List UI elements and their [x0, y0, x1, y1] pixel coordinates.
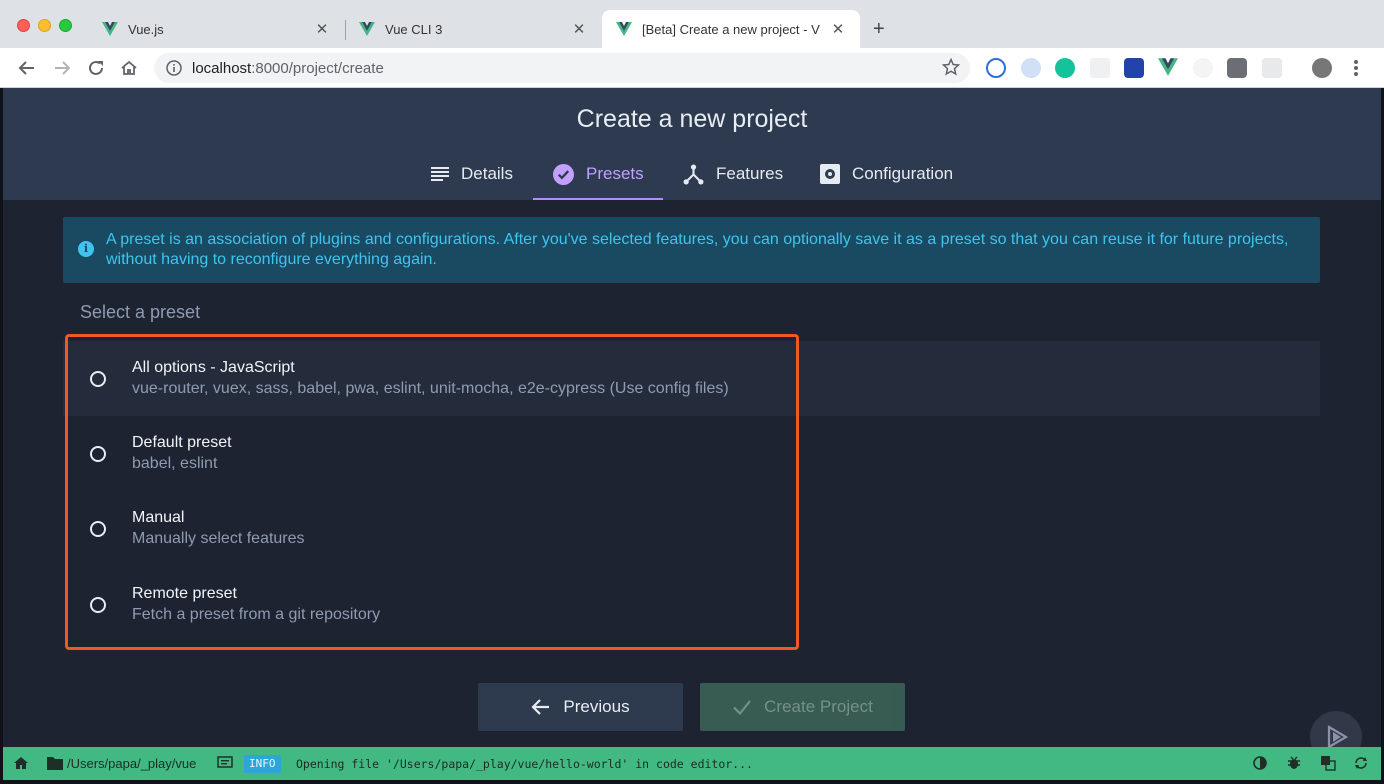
tab-title: Vue CLI 3 — [385, 21, 443, 37]
step-label: Presets — [586, 164, 644, 183]
window-frame — [0, 780, 1384, 784]
browser-tab-vue-cli[interactable]: Vue CLI 3 ✕ — [345, 10, 601, 48]
refresh-icon[interactable] — [1353, 755, 1369, 771]
reload-button[interactable] — [84, 56, 108, 80]
wizard-steps: Details Presets Features Configuration — [3, 148, 1381, 200]
gear-box-icon — [820, 164, 840, 184]
step-features[interactable]: Features — [683, 148, 783, 200]
active-step-indicator — [533, 198, 663, 200]
extension-icon[interactable] — [1193, 58, 1213, 78]
page-header: Create a new project Details Presets Fea… — [3, 88, 1381, 200]
previous-button[interactable]: Previous — [478, 683, 683, 731]
step-details[interactable]: Details — [431, 148, 513, 200]
arrow-left-icon — [18, 61, 34, 75]
tab-bar: Vue.js ✕ Vue CLI 3 ✕ [Beta] Create a new… — [0, 0, 1384, 48]
status-message[interactable]: Opening file '/Users/papa/_play/vue/hell… — [296, 757, 753, 771]
back-button[interactable] — [15, 56, 39, 80]
maximize-window-button[interactable] — [59, 19, 72, 32]
info-icon: i — [78, 241, 94, 257]
home-icon — [121, 60, 137, 75]
create-project-label: Create Project — [764, 697, 873, 716]
tab-title: Vue.js — [128, 21, 164, 37]
info-banner: i A preset is an association of plugins … — [63, 217, 1320, 283]
check-icon — [733, 700, 752, 716]
arrow-right-icon — [55, 61, 71, 75]
new-tab-button[interactable]: + — [873, 17, 885, 41]
password-manager-extension-icon[interactable] — [986, 58, 1006, 78]
section-label: Select a preset — [80, 302, 201, 322]
grammarly-extension-icon[interactable] — [1055, 58, 1075, 78]
step-configuration[interactable]: Configuration — [820, 148, 953, 200]
close-tab-icon[interactable]: ✕ — [571, 20, 587, 38]
translate-icon[interactable] — [1320, 755, 1336, 771]
theme-toggle-icon[interactable] — [1252, 755, 1268, 771]
browser-toolbar: localhost:8000/project/create — [0, 48, 1384, 88]
url-host: localhost — [192, 59, 252, 77]
reload-icon — [89, 60, 103, 75]
page-title: Create a new project — [576, 105, 808, 133]
extension-icon[interactable] — [1227, 58, 1247, 78]
create-project-button[interactable]: Create Project — [700, 683, 905, 731]
annotation-highlight-box — [65, 334, 799, 650]
url-path: :8000/project/create — [251, 59, 384, 77]
site-info-icon[interactable] — [166, 60, 182, 76]
extension-icon[interactable] — [1090, 58, 1110, 78]
previous-label: Previous — [563, 697, 630, 716]
browser-tab-vuejs[interactable]: Vue.js ✕ — [88, 10, 344, 48]
vue-logo-icon — [616, 22, 632, 36]
fork-icon — [683, 164, 704, 184]
close-tab-icon[interactable]: ✕ — [830, 20, 846, 38]
info-text: A preset is an association of plugins an… — [106, 231, 1289, 268]
arrow-left-icon — [531, 699, 550, 715]
close-window-button[interactable] — [17, 19, 30, 32]
vue-logo-icon — [359, 22, 375, 36]
home-button[interactable] — [117, 56, 141, 80]
close-tab-icon[interactable]: ✕ — [314, 20, 330, 38]
forward-button[interactable] — [50, 56, 74, 80]
home-icon[interactable] — [13, 755, 29, 771]
address-bar[interactable]: localhost:8000/project/create — [154, 53, 970, 83]
step-presets[interactable]: Presets — [553, 148, 644, 200]
list-icon — [431, 167, 449, 181]
vue-logo-icon — [1158, 58, 1178, 76]
message-log-icon[interactable] — [217, 756, 233, 770]
bug-report-icon[interactable] — [1286, 755, 1302, 771]
vue-logo-icon — [102, 22, 118, 36]
folder-icon — [47, 757, 63, 770]
step-label: Configuration — [852, 164, 954, 183]
extension-icon[interactable] — [1021, 58, 1041, 78]
current-folder-path[interactable]: /Users/papa/_play/vue — [67, 756, 196, 771]
bookmark-star-icon[interactable] — [942, 58, 960, 76]
extension-icon[interactable] — [1124, 58, 1144, 78]
step-label: Details — [461, 164, 513, 183]
browser-chrome: Vue.js ✕ Vue CLI 3 ✕ [Beta] Create a new… — [0, 0, 1384, 88]
check-circle-icon — [553, 163, 574, 185]
tab-title: [Beta] Create a new project - V — [642, 21, 820, 37]
status-bar: /Users/papa/_play/vue INFO Opening file … — [3, 747, 1381, 780]
profile-avatar[interactable] — [1312, 58, 1332, 78]
browser-tab-create-project[interactable]: [Beta] Create a new project - V ✕ — [602, 10, 860, 48]
browser-menu-button[interactable] — [1350, 58, 1362, 78]
minimize-window-button[interactable] — [38, 19, 51, 32]
extension-icon[interactable] — [1262, 58, 1282, 78]
log-level-badge: INFO — [244, 755, 281, 773]
vue-devtools-extension-icon[interactable] — [1158, 58, 1178, 78]
step-label: Features — [716, 164, 784, 183]
vue-ui-app: Create a new project Details Presets Fea… — [3, 88, 1381, 763]
